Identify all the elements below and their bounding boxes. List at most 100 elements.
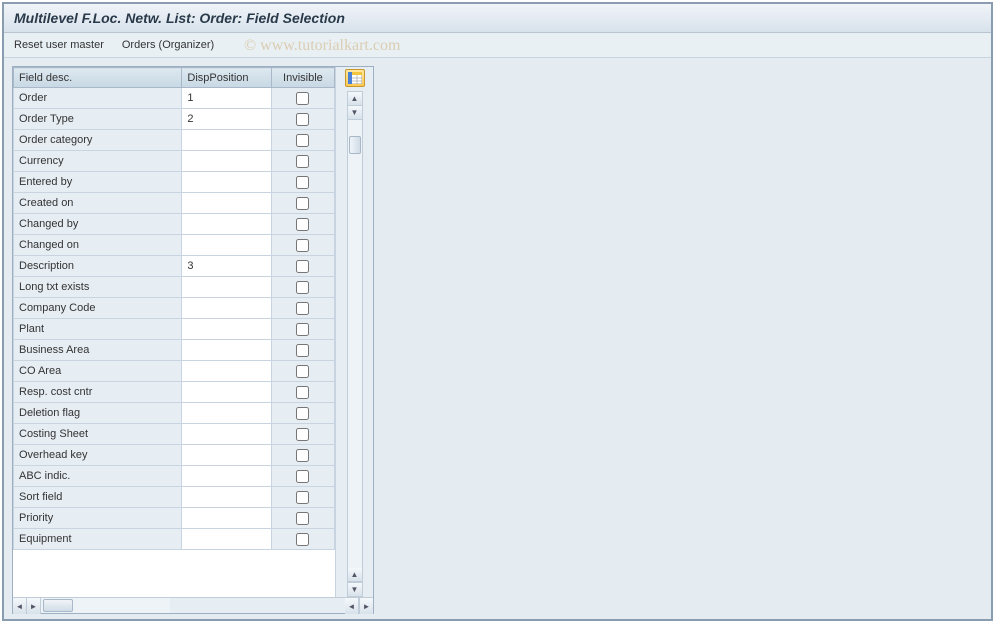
invisible-checkbox[interactable]: [296, 92, 309, 105]
invisible-checkbox[interactable]: [296, 197, 309, 210]
table-row[interactable]: Changed by: [14, 214, 335, 235]
disp-position-cell[interactable]: [182, 361, 271, 382]
table-row[interactable]: Business Area: [14, 340, 335, 361]
disp-position-cell[interactable]: [182, 172, 271, 193]
field-desc-cell[interactable]: ABC indic.: [14, 466, 182, 487]
table-row[interactable]: Overhead key: [14, 445, 335, 466]
table-row[interactable]: Changed on: [14, 235, 335, 256]
field-desc-cell[interactable]: Priority: [14, 508, 182, 529]
disp-position-cell[interactable]: [182, 235, 271, 256]
field-desc-cell[interactable]: Changed on: [14, 235, 182, 256]
disp-position-cell[interactable]: [182, 319, 271, 340]
disp-position-cell[interactable]: [182, 424, 271, 445]
field-desc-cell[interactable]: Order category: [14, 130, 182, 151]
h-scroll-track[interactable]: [41, 598, 170, 613]
disp-position-cell[interactable]: [182, 193, 271, 214]
invisible-checkbox[interactable]: [296, 491, 309, 504]
table-row[interactable]: Resp. cost cntr: [14, 382, 335, 403]
table-row[interactable]: Equipment: [14, 529, 335, 550]
invisible-checkbox[interactable]: [296, 302, 309, 315]
invisible-checkbox[interactable]: [296, 155, 309, 168]
invisible-checkbox[interactable]: [296, 323, 309, 336]
invisible-checkbox[interactable]: [296, 533, 309, 546]
field-desc-cell[interactable]: Equipment: [14, 529, 182, 550]
field-desc-cell[interactable]: Entered by: [14, 172, 182, 193]
field-desc-cell[interactable]: Resp. cost cntr: [14, 382, 182, 403]
field-desc-cell[interactable]: Overhead key: [14, 445, 182, 466]
field-desc-cell[interactable]: Company Code: [14, 298, 182, 319]
disp-position-cell[interactable]: [182, 277, 271, 298]
table-row[interactable]: Long txt exists: [14, 277, 335, 298]
scroll-left-end-button[interactable]: ◄: [345, 598, 359, 614]
table-row[interactable]: Priority: [14, 508, 335, 529]
h-scroll-thumb[interactable]: [43, 599, 73, 612]
invisible-checkbox[interactable]: [296, 260, 309, 273]
horizontal-scrollbar[interactable]: ◄ ► ◄ ►: [13, 597, 373, 613]
invisible-checkbox[interactable]: [296, 386, 309, 399]
disp-position-cell[interactable]: [182, 382, 271, 403]
invisible-checkbox[interactable]: [296, 470, 309, 483]
invisible-checkbox[interactable]: [296, 428, 309, 441]
column-header-disp-position[interactable]: DispPosition: [182, 68, 271, 88]
disp-position-cell[interactable]: [182, 340, 271, 361]
field-desc-cell[interactable]: Currency: [14, 151, 182, 172]
invisible-checkbox[interactable]: [296, 344, 309, 357]
column-header-field-desc[interactable]: Field desc.: [14, 68, 182, 88]
field-desc-cell[interactable]: Order Type: [14, 109, 182, 130]
invisible-checkbox[interactable]: [296, 281, 309, 294]
table-row[interactable]: Costing Sheet: [14, 424, 335, 445]
disp-position-cell[interactable]: 1: [182, 88, 271, 109]
disp-position-cell[interactable]: [182, 214, 271, 235]
disp-position-cell[interactable]: [182, 529, 271, 550]
invisible-checkbox[interactable]: [296, 365, 309, 378]
scroll-down-button[interactable]: ▼: [348, 106, 362, 120]
disp-position-cell[interactable]: [182, 151, 271, 172]
invisible-checkbox[interactable]: [296, 239, 309, 252]
field-desc-cell[interactable]: Created on: [14, 193, 182, 214]
field-desc-cell[interactable]: Business Area: [14, 340, 182, 361]
invisible-checkbox[interactable]: [296, 407, 309, 420]
field-desc-cell[interactable]: Description: [14, 256, 182, 277]
disp-position-cell[interactable]: 2: [182, 109, 271, 130]
disp-position-cell[interactable]: [182, 466, 271, 487]
disp-position-cell[interactable]: 3: [182, 256, 271, 277]
invisible-checkbox[interactable]: [296, 449, 309, 462]
table-row[interactable]: Deletion flag: [14, 403, 335, 424]
disp-position-cell[interactable]: [182, 403, 271, 424]
invisible-checkbox[interactable]: [296, 176, 309, 189]
disp-position-cell[interactable]: [182, 130, 271, 151]
field-desc-cell[interactable]: Sort field: [14, 487, 182, 508]
field-desc-cell[interactable]: Order: [14, 88, 182, 109]
scroll-right-button[interactable]: ►: [27, 598, 41, 614]
disp-position-cell[interactable]: [182, 298, 271, 319]
disp-position-cell[interactable]: [182, 487, 271, 508]
invisible-checkbox[interactable]: [296, 218, 309, 231]
invisible-checkbox[interactable]: [296, 134, 309, 147]
table-row[interactable]: Sort field: [14, 487, 335, 508]
disp-position-cell[interactable]: [182, 445, 271, 466]
table-row[interactable]: Created on: [14, 193, 335, 214]
invisible-checkbox[interactable]: [296, 512, 309, 525]
column-header-invisible[interactable]: Invisible: [271, 68, 334, 88]
table-row[interactable]: Order1: [14, 88, 335, 109]
table-row[interactable]: ABC indic.: [14, 466, 335, 487]
field-desc-cell[interactable]: Plant: [14, 319, 182, 340]
table-row[interactable]: Currency: [14, 151, 335, 172]
table-settings-button[interactable]: [345, 69, 365, 87]
field-desc-cell[interactable]: CO Area: [14, 361, 182, 382]
scroll-down-bottom-button[interactable]: ▼: [348, 582, 362, 596]
field-desc-cell[interactable]: Costing Sheet: [14, 424, 182, 445]
scroll-up-button[interactable]: ▲: [348, 92, 362, 106]
table-row[interactable]: Description3: [14, 256, 335, 277]
table-row[interactable]: Plant: [14, 319, 335, 340]
reset-user-master-button[interactable]: Reset user master: [14, 39, 104, 51]
scroll-right-end-button[interactable]: ►: [359, 598, 373, 614]
table-row[interactable]: Entered by: [14, 172, 335, 193]
field-desc-cell[interactable]: Changed by: [14, 214, 182, 235]
field-desc-cell[interactable]: Long txt exists: [14, 277, 182, 298]
disp-position-cell[interactable]: [182, 508, 271, 529]
vertical-scrollbar[interactable]: ▲ ▼ ▲ ▼: [347, 91, 363, 597]
orders-organizer-button[interactable]: Orders (Organizer): [122, 39, 214, 51]
field-desc-cell[interactable]: Deletion flag: [14, 403, 182, 424]
table-row[interactable]: Order category: [14, 130, 335, 151]
